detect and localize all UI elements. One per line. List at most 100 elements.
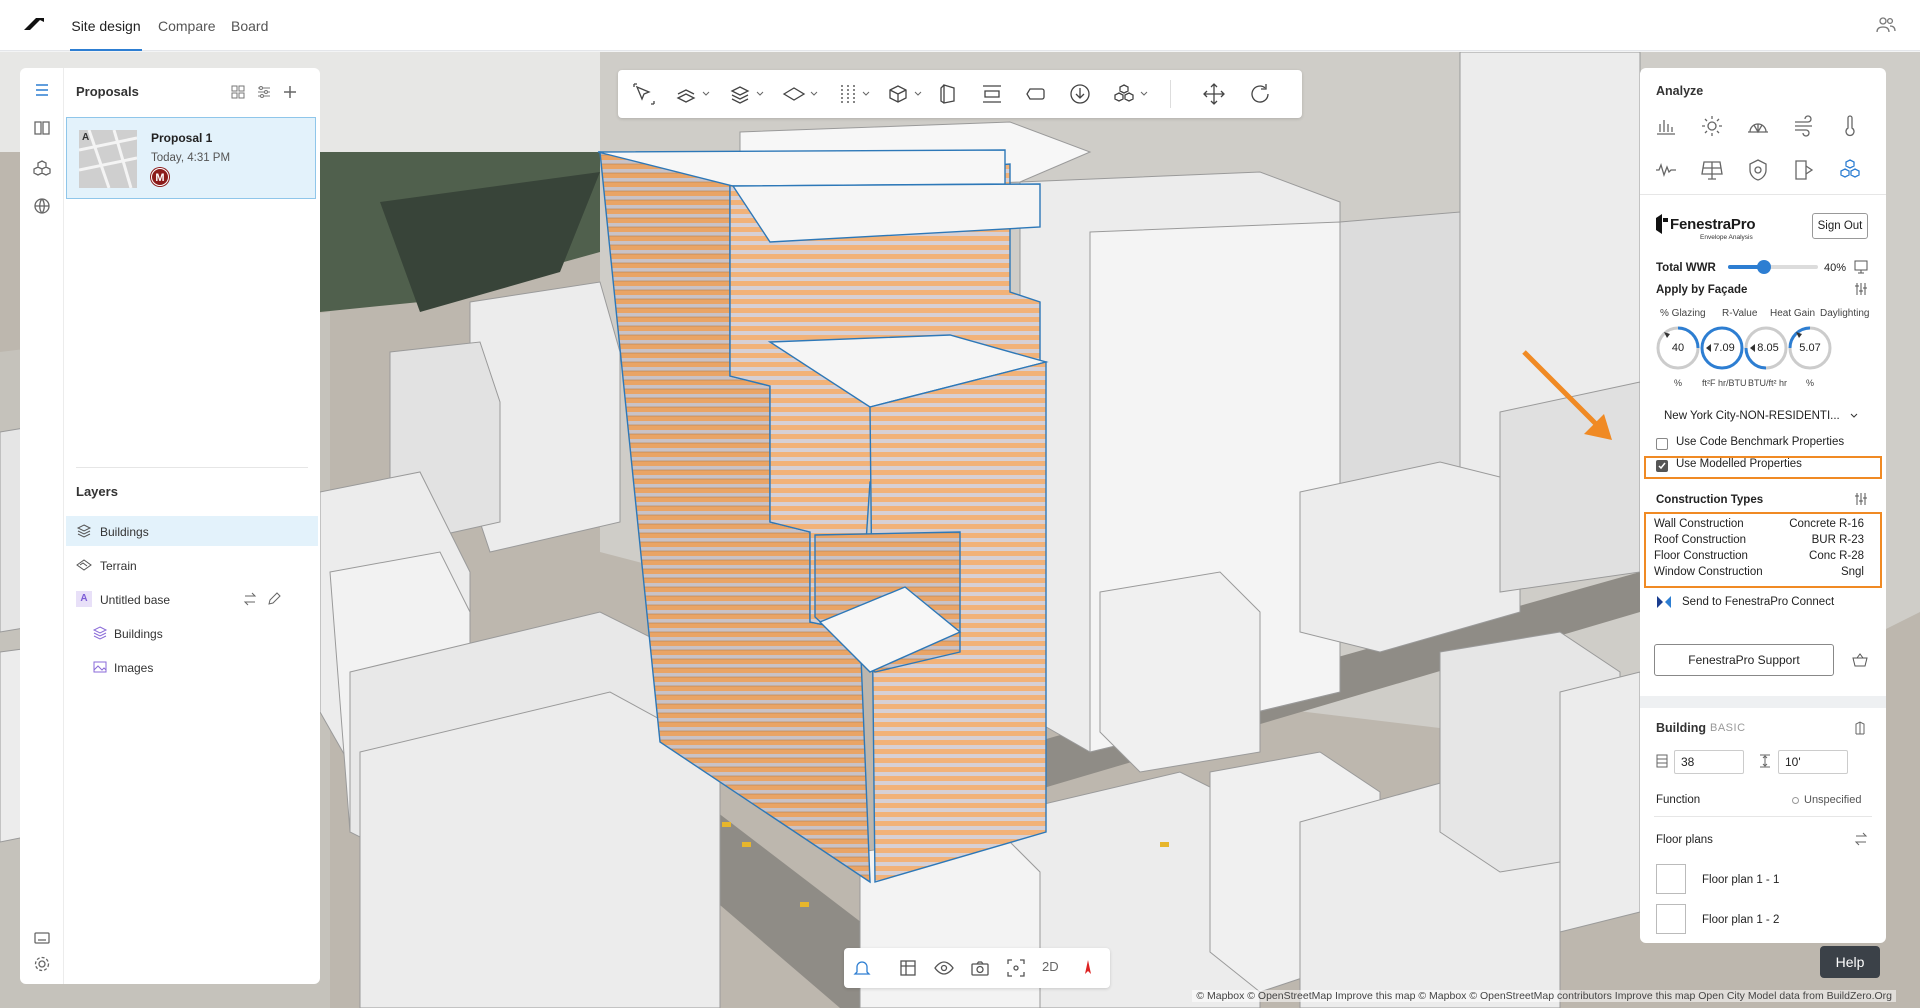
stack-icon[interactable] [728, 82, 752, 106]
book-icon[interactable] [32, 118, 52, 138]
construction-value: Sngl [1840, 566, 1864, 578]
terrain-icon [76, 559, 92, 571]
construction-value: Concrete R-16 [1789, 518, 1864, 530]
construction-row[interactable]: Window Construction Sngl [1654, 566, 1864, 578]
dome-icon[interactable] [1746, 114, 1770, 138]
chevron-down-icon[interactable] [914, 91, 922, 97]
basket-icon[interactable] [1852, 652, 1868, 668]
globe-icon[interactable] [32, 196, 52, 216]
chevron-down-icon[interactable] [810, 91, 818, 97]
construction-row[interactable]: Roof Construction BUR R-23 [1654, 534, 1864, 546]
chevron-down-icon[interactable] [862, 91, 870, 97]
code-benchmark-checkbox[interactable] [1656, 438, 1668, 450]
layer-label: Buildings [114, 627, 163, 641]
metric-label-daylighting: Daylighting [1820, 308, 1870, 319]
floor-height-icon [1760, 754, 1770, 768]
cube-icon[interactable] [936, 82, 960, 106]
glazing-unit: % [1674, 378, 1683, 388]
people-icon[interactable] [1876, 16, 1896, 34]
building-icon[interactable] [1852, 720, 1868, 736]
autodesk-forma-logo[interactable] [22, 14, 46, 34]
chart-icon[interactable] [1654, 114, 1678, 138]
fenestra-support-button[interactable]: FenestraPro Support [1654, 644, 1834, 676]
noise-icon[interactable] [1654, 158, 1678, 182]
layer-terrain[interactable]: Terrain [66, 550, 318, 580]
grid-view-icon[interactable] [230, 84, 246, 100]
align-icon[interactable] [980, 82, 1004, 106]
sliders-icon[interactable] [1854, 492, 1868, 506]
layer-buildings[interactable]: Buildings [66, 516, 318, 546]
filter-icon[interactable] [256, 84, 272, 100]
send-to-connect-link[interactable]: Send to FenestraPro Connect [1682, 596, 1834, 608]
wind-icon[interactable] [1792, 114, 1816, 138]
wwr-slider[interactable] [1728, 260, 1818, 274]
shield-icon[interactable] [1746, 158, 1770, 182]
floor-plan-label[interactable]: Floor plan 1 - 2 [1702, 914, 1779, 926]
proposals-title: Proposals [76, 84, 139, 99]
left-rail [20, 68, 64, 984]
solar-panel-icon[interactable] [1700, 158, 1724, 182]
focus-icon[interactable] [1006, 958, 1026, 978]
map-attribution[interactable]: © Mapbox © OpenStreetMap Improve this ma… [1192, 990, 1896, 1002]
select-icon[interactable] [632, 82, 656, 106]
grid-icon[interactable] [898, 958, 918, 978]
wwr-slider-handle[interactable] [1757, 260, 1771, 274]
sun-icon[interactable] [1700, 114, 1724, 138]
layer-base-buildings[interactable]: Buildings [66, 618, 318, 648]
layer-label: Terrain [100, 559, 137, 573]
notification-icon[interactable] [852, 958, 872, 978]
move-icon[interactable] [1202, 82, 1226, 106]
construction-row[interactable]: Floor Construction Conc R-28 [1654, 550, 1864, 562]
floors-input[interactable]: 38 [1674, 750, 1744, 774]
rotate-icon[interactable] [1248, 82, 1272, 106]
eye-icon[interactable] [934, 958, 954, 978]
2d-toggle[interactable]: 2D [1042, 959, 1059, 974]
tab-compare[interactable]: Compare [158, 0, 216, 51]
help-button[interactable]: Help [1820, 946, 1880, 978]
heatgain-value: 8.05 [1757, 342, 1779, 354]
sliders-icon[interactable] [1854, 282, 1868, 296]
components-icon[interactable] [1112, 82, 1136, 106]
edit-icon[interactable] [266, 591, 282, 607]
floor-plan-thumbnail[interactable] [1656, 904, 1686, 934]
settings-icon[interactable] [32, 954, 52, 974]
function-value[interactable]: Unspecified [1804, 794, 1861, 806]
download-icon[interactable] [1068, 82, 1092, 106]
tab-site-design[interactable]: Site design [70, 0, 142, 51]
layer-untitled-base[interactable]: A Untitled base [66, 584, 318, 614]
swap-icon[interactable] [1854, 832, 1868, 846]
add-icon[interactable] [282, 84, 298, 100]
tab-board[interactable]: Board [231, 0, 268, 51]
thermometer-icon[interactable] [1838, 114, 1862, 138]
split-icon[interactable] [836, 82, 860, 106]
draw-building-icon[interactable] [674, 82, 698, 106]
chevron-down-icon[interactable] [756, 91, 764, 97]
tag-icon[interactable] [1024, 82, 1048, 106]
sign-out-button[interactable]: Sign Out [1812, 213, 1868, 239]
keyboard-icon[interactable] [32, 928, 52, 948]
proposal-card[interactable]: A Proposal 1 Today, 4:31 PM M [66, 117, 316, 199]
daylight-icon[interactable] [1792, 158, 1816, 182]
box-icon[interactable] [886, 82, 910, 106]
construction-row[interactable]: Wall Construction Concrete R-16 [1654, 518, 1864, 530]
benchmark-select[interactable]: New York City-NON-RESIDENTI... [1664, 410, 1864, 422]
components-icon[interactable] [32, 158, 52, 178]
layer-images[interactable]: Images [66, 652, 318, 682]
analyze-title: Analyze [1656, 84, 1704, 98]
compass-icon[interactable] [1078, 958, 1098, 978]
camera-icon[interactable] [970, 958, 990, 978]
floor-plan-thumbnail[interactable] [1656, 864, 1686, 894]
construction-value: Conc R-28 [1809, 550, 1864, 562]
daylighting-unit: % [1806, 378, 1815, 388]
floor-plan-label[interactable]: Floor plan 1 - 1 [1702, 874, 1779, 886]
fenestra-icon[interactable] [1838, 158, 1862, 182]
floor-height-input[interactable]: 10' [1778, 750, 1848, 774]
modelled-properties-checkbox[interactable] [1656, 460, 1668, 472]
list-icon[interactable] [32, 80, 52, 100]
chevron-down-icon[interactable] [702, 91, 710, 97]
design-toolbar [618, 70, 1302, 118]
plane-icon[interactable] [782, 82, 806, 106]
chevron-down-icon[interactable] [1140, 91, 1148, 97]
swap-icon[interactable] [242, 591, 258, 607]
save-icon[interactable] [1854, 260, 1868, 274]
